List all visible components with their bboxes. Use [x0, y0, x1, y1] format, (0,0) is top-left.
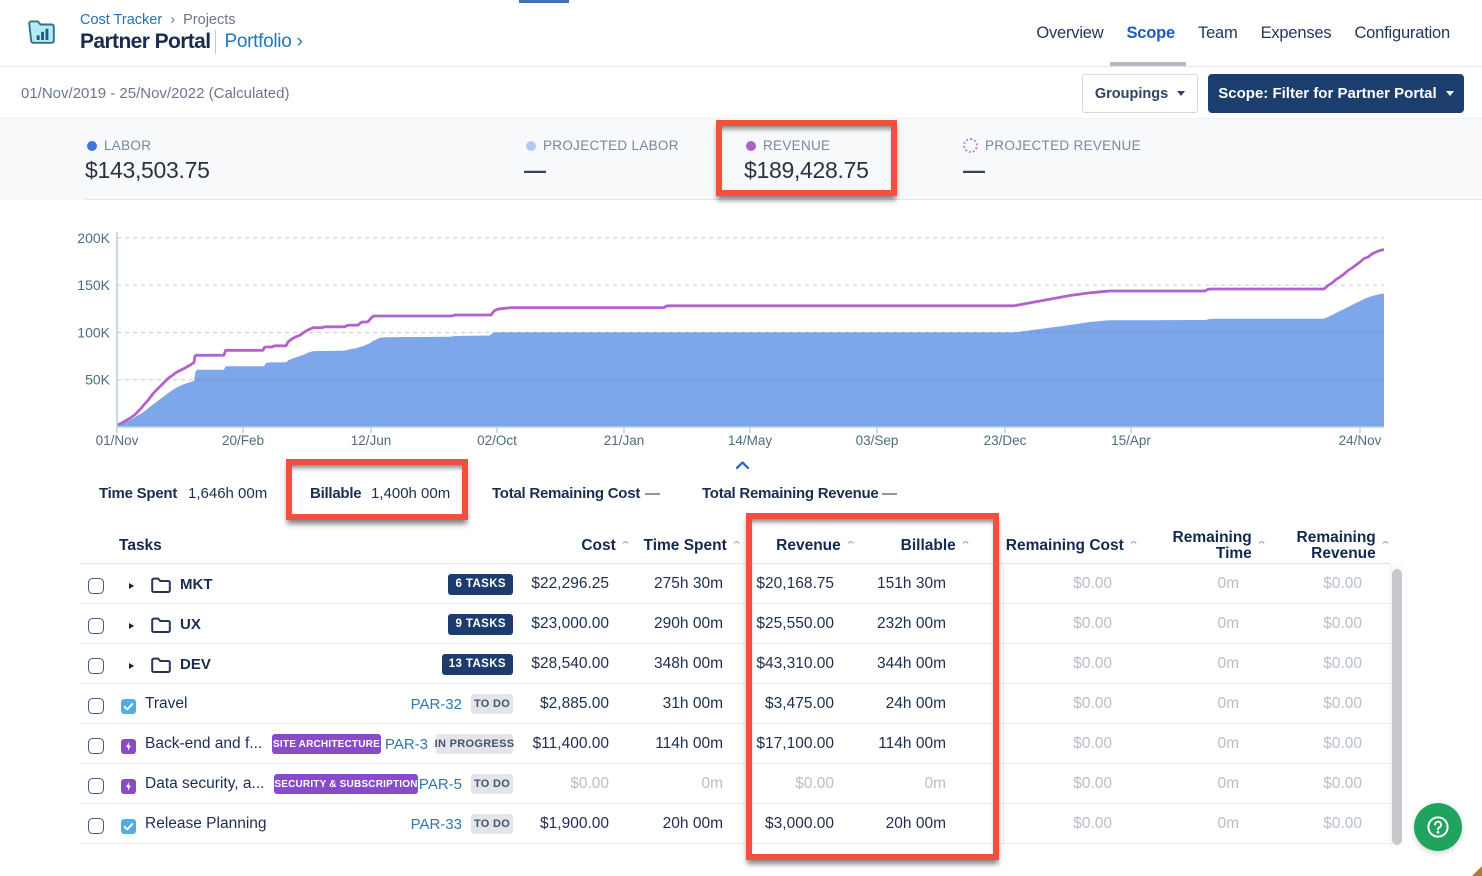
svg-text:150K: 150K [77, 277, 110, 293]
svg-text:21/Jan: 21/Jan [604, 433, 645, 448]
svg-text:100K: 100K [77, 325, 110, 341]
svg-text:01/Nov: 01/Nov [96, 433, 139, 448]
svg-text:50K: 50K [85, 372, 111, 388]
svg-text:12/Jun: 12/Jun [351, 433, 392, 448]
svg-text:03/Sep: 03/Sep [856, 433, 899, 448]
svg-text:02/Oct: 02/Oct [477, 433, 517, 448]
svg-text:24/Nov: 24/Nov [1339, 433, 1382, 448]
svg-text:14/May: 14/May [728, 433, 773, 448]
svg-text:23/Dec: 23/Dec [984, 433, 1027, 448]
svg-text:15/Apr: 15/Apr [1111, 433, 1151, 448]
svg-text:200K: 200K [77, 230, 110, 246]
svg-text:20/Feb: 20/Feb [222, 433, 264, 448]
